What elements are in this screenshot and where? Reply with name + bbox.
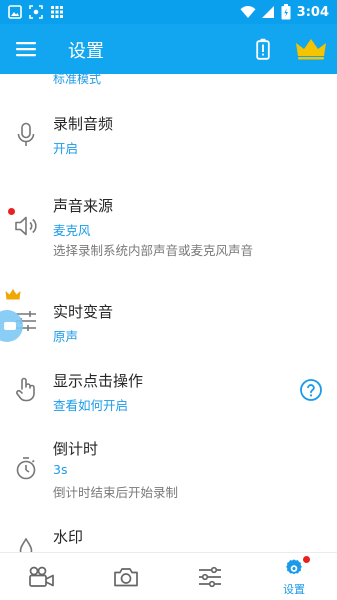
recording-mode-value: 标准模式 [53, 74, 102, 86]
tab-video[interactable] [0, 553, 84, 600]
setting-title: 水印 [53, 528, 84, 546]
wifi-icon [240, 6, 256, 18]
setting-value: 原声 [53, 329, 79, 344]
settings-gear-icon [286, 558, 302, 574]
battery-saver-button[interactable] [250, 36, 276, 62]
setting-countdown[interactable]: 倒计时 3s 倒计时结束后开始录制 [0, 430, 337, 510]
setting-value: 麦克风 [53, 223, 91, 238]
setting-value: 3s [53, 462, 68, 477]
speaker-icon [12, 212, 40, 240]
tap-hand-icon [12, 375, 40, 403]
video-camera-icon [29, 566, 54, 587]
menu-icon [16, 42, 36, 57]
setting-show-touches[interactable]: 显示点击操作 查看如何开启 [0, 360, 337, 420]
vip-crown-icon [5, 286, 21, 300]
status-time: 3:04 [296, 4, 329, 20]
setting-record-audio[interactable]: 录制音频 开启 [0, 104, 337, 166]
setting-title: 倒计时 [53, 440, 99, 458]
setting-value[interactable]: 查看如何开启 [53, 395, 128, 414]
bottom-navigation: 设置 [0, 552, 337, 600]
new-badge-dot [303, 556, 310, 563]
crown-icon [296, 39, 326, 60]
setting-title: 实时变音 [53, 303, 114, 321]
setting-description: 倒计时结束后开始录制 [53, 485, 179, 500]
page-title: 设置 [68, 41, 104, 62]
setting-watermark[interactable]: 水印 [0, 524, 337, 552]
menu-button[interactable] [14, 38, 38, 60]
tab-screenshot[interactable] [84, 553, 168, 600]
stopwatch-icon [12, 454, 40, 482]
status-bar: 3:04 [0, 0, 337, 24]
floating-ball-icon [4, 322, 16, 330]
setting-description: 选择录制系统内部声音或麦克风声音 [53, 243, 254, 258]
image-icon [8, 4, 22, 19]
screen-capture-icon [29, 4, 43, 19]
setting-title: 声音来源 [53, 197, 114, 215]
setting-title: 显示点击操作 [53, 372, 144, 390]
watermark-icon [12, 534, 40, 552]
settings-list[interactable]: 标准模式 录制音频 开启 声音来源 麦克风 选择录制系统内部声音或麦克风声音 实… [0, 74, 337, 552]
setting-sound-source[interactable]: 声音来源 麦克风 选择录制系统内部声音或麦克风声音 [0, 186, 337, 266]
help-circle-icon [300, 379, 322, 401]
vip-button[interactable] [294, 36, 328, 62]
microphone-icon [12, 121, 40, 149]
setting-value: 开启 [53, 141, 79, 156]
battery-saver-icon [256, 38, 270, 60]
camera-icon [114, 568, 138, 587]
tools-sliders-icon [199, 566, 221, 588]
grid-app-icon [50, 4, 64, 18]
help-button[interactable] [299, 378, 323, 402]
battery-icon [281, 4, 291, 20]
app-bar: 设置 [0, 24, 337, 74]
tab-settings[interactable]: 设置 [252, 553, 336, 600]
setting-title: 录制音频 [53, 115, 114, 133]
tab-settings-label: 设置 [283, 582, 305, 596]
signal-icon [261, 6, 274, 18]
tab-tools[interactable] [168, 553, 252, 600]
notification-icons [8, 4, 64, 19]
setting-voice-changer[interactable]: 实时变音 原声 [0, 289, 337, 346]
